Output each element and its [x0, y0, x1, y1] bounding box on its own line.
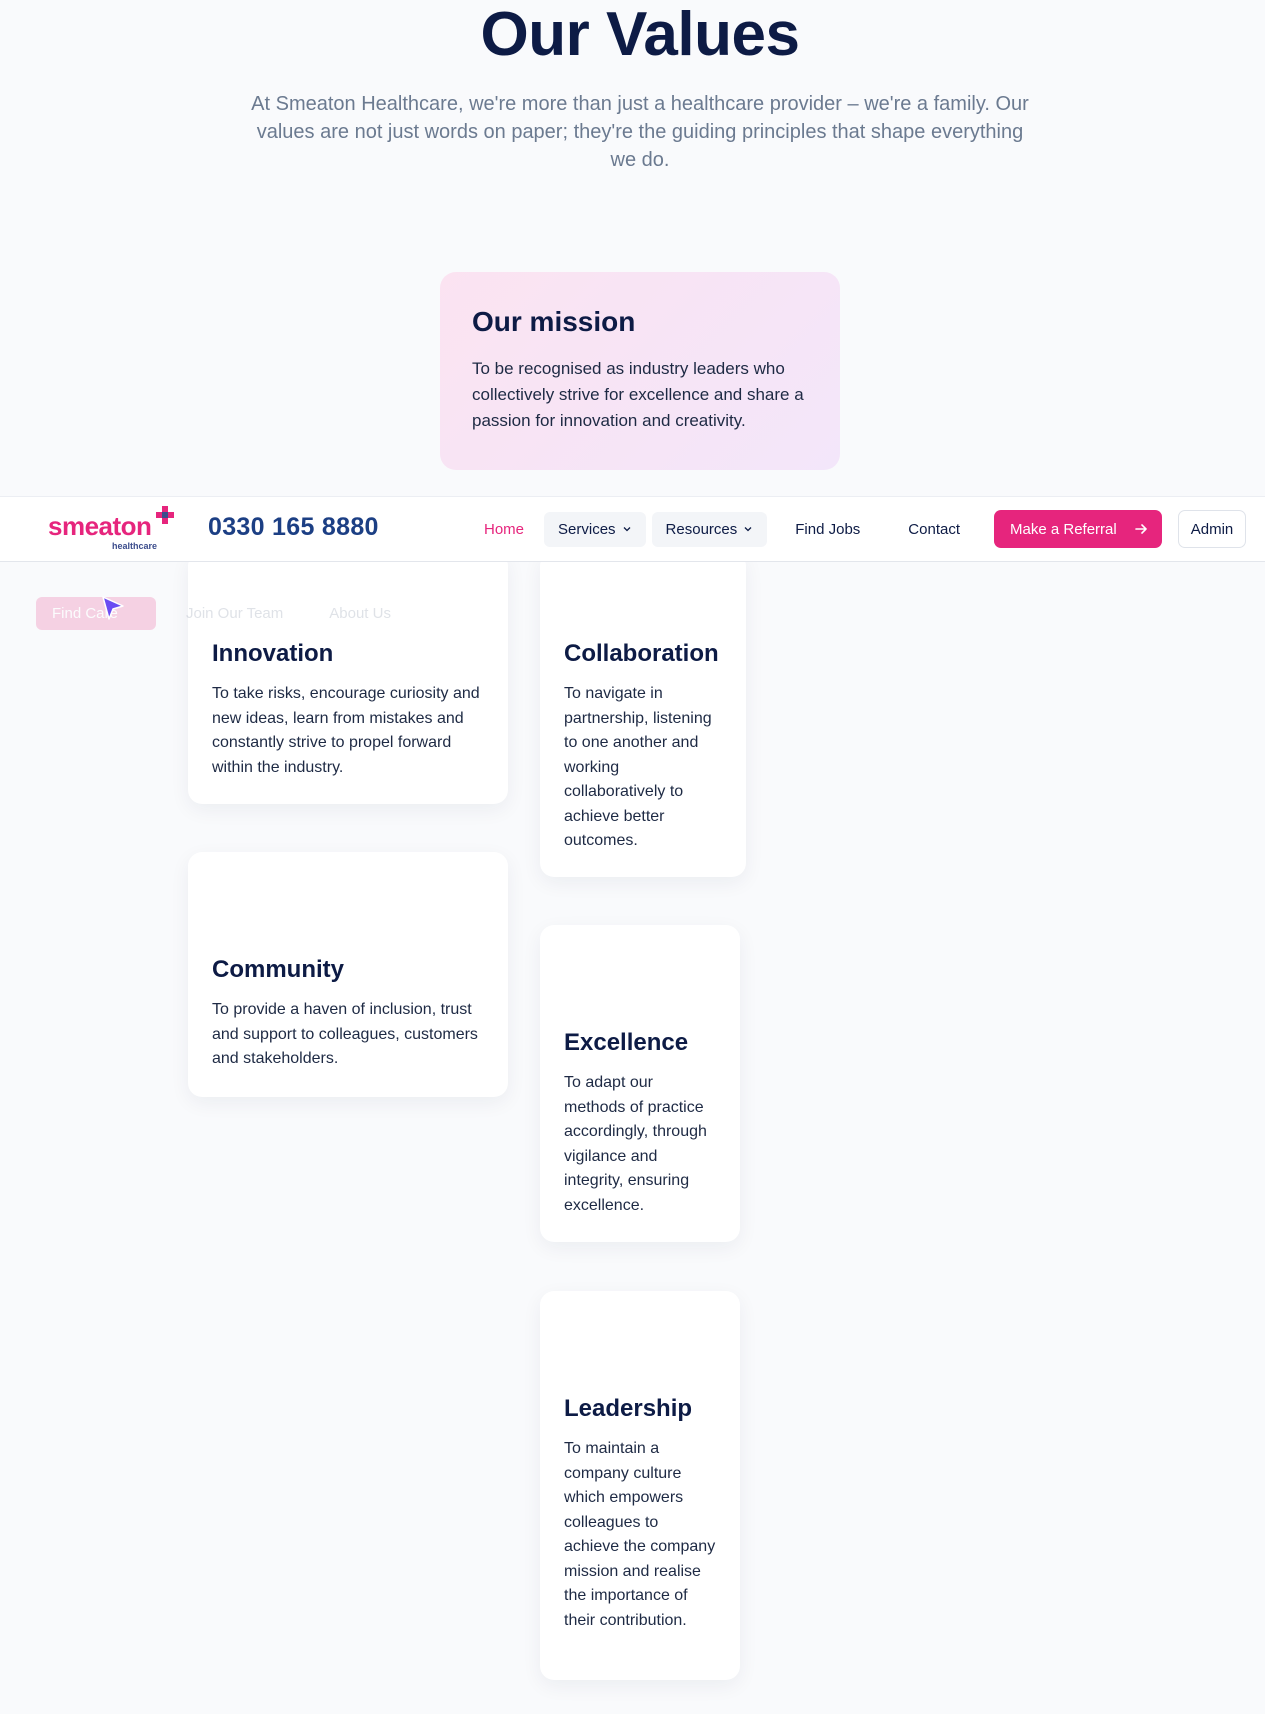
value-title: Leadership: [564, 1395, 693, 1422]
nav-find-jobs[interactable]: Find Jobs: [781, 512, 874, 547]
value-text: To take risks, encourage curiosity and n…: [212, 685, 480, 776]
make-referral-label: Make a Referral: [1010, 520, 1117, 538]
about-link[interactable]: About Us: [313, 597, 407, 630]
cursor-icon: [102, 596, 124, 620]
value-title: Collaboration: [564, 640, 719, 667]
value-text: To provide a haven of inclusion, trust a…: [212, 1001, 478, 1067]
smeaton-logo[interactable]: smeaton healthcare: [48, 506, 178, 552]
value-title: Community: [212, 956, 344, 983]
site-header: smeaton healthcare 0330 165 8880 Home Se…: [0, 496, 1265, 562]
find-care-link[interactable]: Find Care: [36, 597, 156, 630]
admin-button[interactable]: Admin: [1178, 510, 1246, 548]
chevron-down-icon: [744, 527, 752, 532]
value-title: Excellence: [564, 1029, 689, 1056]
arrow-right-icon: [1135, 524, 1147, 534]
logo-subtitle: healthcare: [112, 541, 158, 551]
values-intro: At Smeaton Healthcare, we're more than j…: [251, 93, 1029, 171]
page-title: Our Values: [480, 0, 800, 69]
value-card-leadership: Leadership To maintain a company culture…: [540, 1291, 740, 1680]
nav-resources-label: Resources: [665, 520, 738, 538]
phone-number[interactable]: 0330 165 8880: [208, 513, 379, 542]
value-title: Innovation: [212, 640, 334, 667]
nav-resources[interactable]: Resources: [651, 511, 768, 547]
nav-home[interactable]: Home: [470, 512, 538, 547]
secondary-nav: Find Care Join Our Team About Us: [36, 597, 407, 630]
nav-services[interactable]: Services: [544, 511, 646, 547]
value-card-community: Community To provide a haven of inclusio…: [188, 852, 508, 1097]
make-referral-button[interactable]: Make a Referral: [994, 510, 1162, 548]
mission-card: Our mission To be recognised as industry…: [440, 272, 840, 470]
logo-wordmark: smeaton: [48, 511, 152, 541]
nav-services-label: Services: [558, 520, 616, 538]
mission-text: To be recognised as industry leaders who…: [472, 359, 804, 430]
main-nav: Home Services Resources Find Jobs Contac…: [470, 509, 980, 549]
value-text: To maintain a company culture which empo…: [564, 1440, 716, 1629]
value-text: To navigate in partnership, listening to…: [564, 685, 712, 849]
join-team-link[interactable]: Join Our Team: [170, 597, 299, 630]
value-card-innovation: Innovation To take risks, encourage curi…: [188, 552, 508, 804]
value-text: To adapt our methods of practice accordi…: [564, 1074, 707, 1214]
value-card-collaboration: Collaboration To navigate in partnership…: [540, 552, 746, 877]
mission-title: Our mission: [472, 306, 636, 337]
nav-contact[interactable]: Contact: [894, 512, 974, 547]
value-card-excellence: Excellence To adapt our methods of pract…: [540, 925, 740, 1242]
plus-cross-icon: [156, 506, 174, 524]
chevron-down-icon: [623, 527, 631, 532]
